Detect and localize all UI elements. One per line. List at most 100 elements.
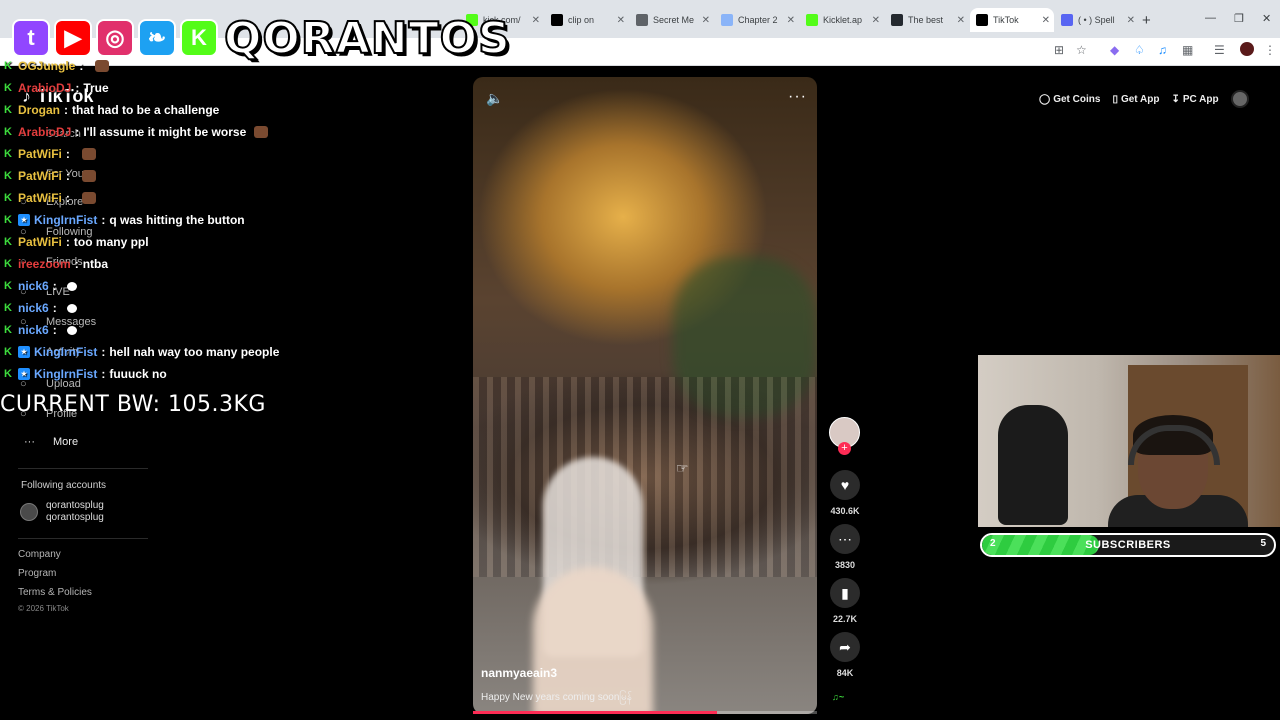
chat-separator: :: [64, 103, 68, 117]
close-window-icon[interactable]: ✕: [1262, 12, 1271, 25]
save-button[interactable]: ▮ 22.7K: [828, 578, 862, 624]
tab-label: TikTok: [993, 15, 1019, 25]
current-bodyweight: CURRENT BW: 105.3KG: [0, 392, 266, 417]
browser-profile-avatar[interactable]: [1240, 42, 1254, 56]
speech-bubble-icon: [66, 303, 77, 313]
chat-message: K OGJungle:: [2, 56, 110, 76]
account-display-name: qorantosplug: [46, 500, 104, 511]
kick-badge-icon: K: [4, 346, 12, 358]
chat-text: True: [83, 81, 109, 95]
download-icon: ↧: [1171, 93, 1180, 105]
close-tab-icon[interactable]: ✕: [787, 15, 795, 26]
footer-company[interactable]: Company: [18, 549, 61, 560]
tab-label: clip on: [568, 15, 595, 25]
chat-separator: :: [75, 81, 80, 95]
close-tab-icon[interactable]: ✕: [872, 15, 880, 26]
tab-2[interactable]: clip on ✕: [545, 8, 629, 32]
sound-disc-icon[interactable]: ♫~: [832, 692, 844, 702]
install-icon[interactable]: ⊞: [1054, 43, 1064, 57]
tab-5[interactable]: Kicklet.ap ✕: [800, 8, 884, 32]
comment-button[interactable]: ⋯ 3830: [828, 524, 862, 570]
comment-count: 3830: [834, 560, 856, 570]
twitch-icon: t: [12, 19, 50, 57]
browser-menu-icon[interactable]: ⋮: [1264, 43, 1276, 57]
chat-username: PatWiFi: [18, 147, 62, 161]
like-button[interactable]: ♥ 430.6K: [828, 470, 862, 516]
video-username[interactable]: nanmyaeain3: [481, 666, 557, 680]
chat-message: K ArabioDJ: I'll assume it might be worse: [2, 122, 269, 142]
kick-badge-icon: K: [4, 82, 12, 94]
github-icon: [891, 14, 903, 26]
discord-icon: [1061, 14, 1073, 26]
chat-username: ArabioDJ: [18, 125, 72, 139]
user-avatar[interactable]: [1230, 90, 1249, 108]
volume-icon[interactable]: 🔈: [486, 90, 503, 107]
chat-message: K ★ KingIrnFist: fuuuck no: [2, 364, 167, 384]
chat-username: OGJungle: [18, 59, 76, 73]
avatar: [20, 503, 38, 521]
footer-terms[interactable]: Terms & Policies: [18, 587, 92, 598]
tab-4[interactable]: Chapter 2 ✕: [715, 8, 799, 32]
close-tab-icon[interactable]: ✕: [1042, 15, 1050, 26]
video-player[interactable]: [473, 77, 817, 714]
goal-target: 5: [1260, 538, 1266, 549]
chat-username: KingIrnFist: [34, 213, 98, 227]
chat-username: ireezoom: [18, 257, 71, 271]
close-tab-icon[interactable]: ✕: [532, 15, 540, 26]
tab-7[interactable]: TikTok ✕: [970, 8, 1054, 32]
tab-3[interactable]: Secret Me ✕: [630, 8, 714, 32]
tab-label: ( • ) Spell: [1078, 15, 1115, 25]
emote-icon: [81, 192, 96, 204]
get-coins-button[interactable]: ◯ Get Coins: [1039, 94, 1100, 105]
follow-plus-icon[interactable]: +: [838, 442, 851, 455]
more-options-icon[interactable]: ···: [788, 88, 807, 106]
chat-separator: :: [101, 213, 106, 227]
chat-message: K ArabioDJ: True: [2, 78, 109, 98]
share-button[interactable]: ➦ 84K: [828, 632, 862, 678]
close-tab-icon[interactable]: ✕: [617, 15, 625, 26]
chat-username: ArabioDJ: [18, 81, 72, 95]
copyright: © 2026 TikTok: [18, 604, 69, 613]
chat-message: Knick6:: [2, 276, 77, 296]
extensions-puzzle-icon[interactable]: ▦: [1182, 43, 1193, 57]
kick-badge-icon: K: [4, 148, 12, 160]
minimize-icon[interactable]: —: [1205, 12, 1216, 24]
chat-message: Knick6:: [2, 320, 77, 340]
chat-separator: :: [52, 323, 57, 337]
sidebar-icon[interactable]: ☰: [1214, 43, 1225, 57]
following-account[interactable]: qorantosplug qorantosplug: [20, 500, 104, 524]
extension-icon[interactable]: ◆: [1110, 43, 1119, 57]
get-app-button[interactable]: ▯ Get App: [1112, 94, 1159, 105]
chat-message: K PatWiFi:: [2, 166, 96, 186]
tab-label: Secret Me: [653, 15, 695, 25]
sidebar-more[interactable]: ··· More: [24, 436, 78, 448]
tab-8[interactable]: ( • ) Spell ✕: [1055, 8, 1139, 32]
maximize-icon[interactable]: ❐: [1234, 12, 1244, 25]
pc-app-button[interactable]: ↧ PC App: [1171, 94, 1218, 105]
heart-icon: ♥: [830, 470, 860, 500]
close-tab-icon[interactable]: ✕: [702, 15, 710, 26]
kicklet-icon: [806, 14, 818, 26]
webcam-feed: [978, 355, 1280, 527]
new-tab-button[interactable]: +: [1142, 12, 1151, 29]
chat-separator: :: [65, 235, 70, 249]
audio-icon[interactable]: ♫: [1158, 43, 1167, 57]
video-progress-bar[interactable]: [473, 711, 817, 714]
close-tab-icon[interactable]: ✕: [957, 15, 965, 26]
kick-badge-icon: K: [4, 104, 12, 116]
chat-message: K Drogan: that had to be a challenge: [2, 100, 219, 120]
comment-icon: ⋯: [830, 524, 860, 554]
tab-label: The best: [908, 15, 944, 25]
translate-icon[interactable]: ♤: [1134, 43, 1145, 57]
chat-username: PatWiFi: [18, 235, 62, 249]
footer-program[interactable]: Program: [18, 568, 56, 579]
emote-icon: [254, 126, 269, 138]
chat-message: Kireezoom: ntba: [2, 254, 108, 274]
close-tab-icon[interactable]: ✕: [1127, 15, 1135, 26]
kick-badge-icon: K: [4, 258, 12, 270]
chat-text: too many ppl: [73, 235, 149, 249]
bookmark-star-icon[interactable]: ☆: [1076, 43, 1087, 57]
chat-message: Knick6:: [2, 298, 77, 318]
like-count: 430.6K: [830, 506, 860, 516]
tab-6[interactable]: The best ✕: [885, 8, 969, 32]
